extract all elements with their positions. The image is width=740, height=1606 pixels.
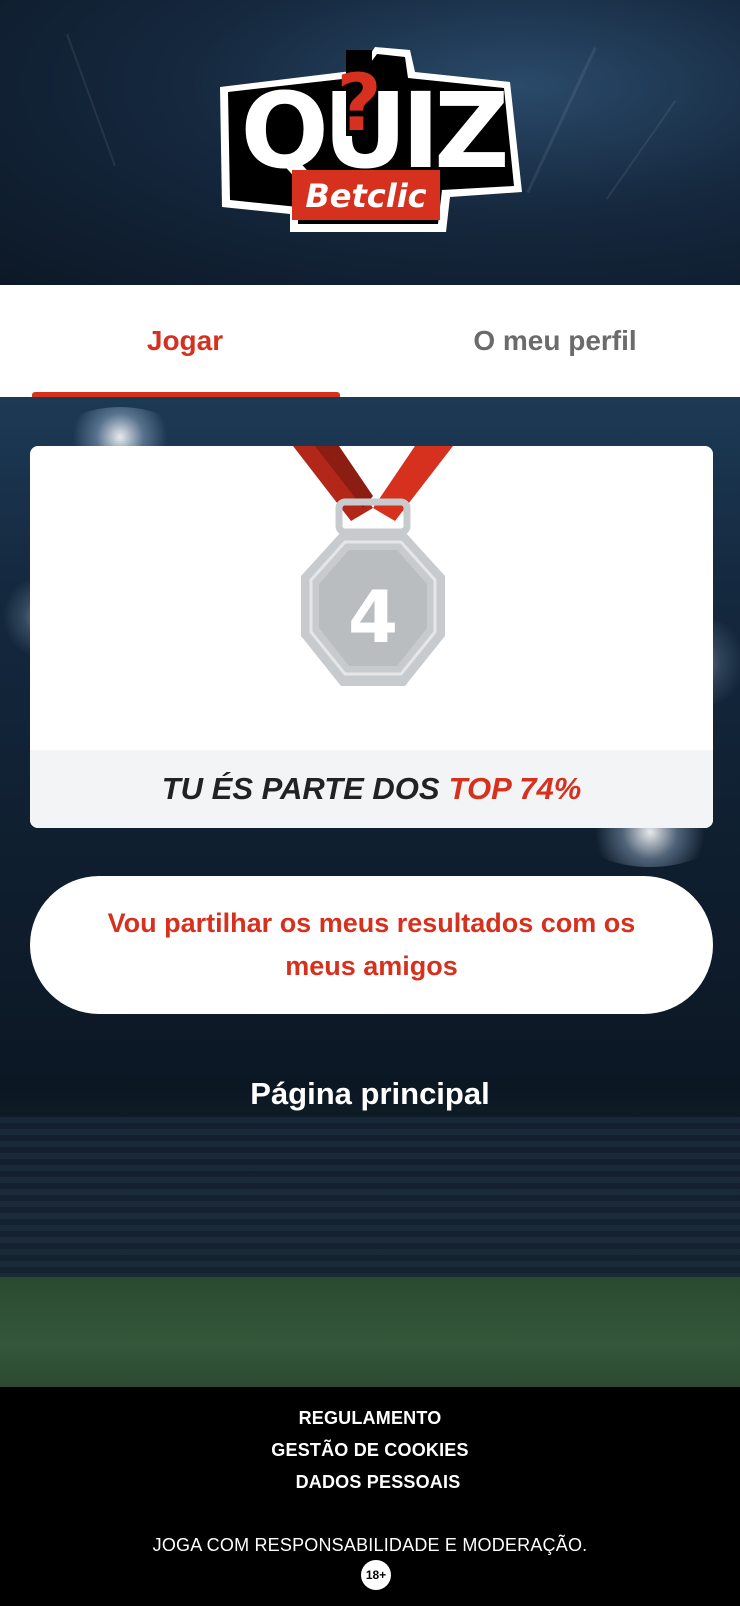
quiz-betclic-logo: QUIZ ? Betclic <box>220 47 522 232</box>
age-restriction-badge: 18+ <box>361 1560 391 1590</box>
result-banner-prefix: TU ÉS PARTE DOS <box>161 771 440 806</box>
logo-betclic-text: Betclic <box>305 177 426 215</box>
share-results-button[interactable]: Vou partilhar os meus resultados com os … <box>30 876 713 1014</box>
result-card: 4 TU ÉS PARTE DOS TOP 74% <box>30 446 713 828</box>
result-banner-highlight: TOP 74% <box>448 771 582 806</box>
footer-link-cookies[interactable]: GESTÃO DE COOKIES <box>0 1440 740 1461</box>
header-banner: QUIZ ? Betclic <box>0 0 740 285</box>
footer-link-personal-data[interactable]: DADOS PESSOAIS <box>0 1472 740 1493</box>
svg-text:?: ? <box>336 59 381 149</box>
tab-my-profile-label: O meu perfil <box>473 325 637 356</box>
medal-rank-number: 4 <box>348 575 398 659</box>
responsible-gaming-note: JOGA COM RESPONSABILIDADE E MODERAÇÃO. <box>152 1535 588 1555</box>
result-banner: TU ÉS PARTE DOS TOP 74% <box>30 750 713 828</box>
medal-icon: 4 <box>293 446 453 686</box>
home-page-link[interactable]: Página principal <box>0 1076 740 1112</box>
share-results-label: Vou partilhar os meus resultados com os … <box>107 908 636 981</box>
tab-my-profile[interactable]: O meu perfil <box>370 285 740 397</box>
tab-play-label: Jogar <box>146 325 224 356</box>
footer-link-regulation[interactable]: REGULAMENTO <box>0 1408 740 1429</box>
tab-play[interactable]: Jogar <box>0 285 370 397</box>
tab-bar: Jogar O meu perfil <box>0 285 740 397</box>
